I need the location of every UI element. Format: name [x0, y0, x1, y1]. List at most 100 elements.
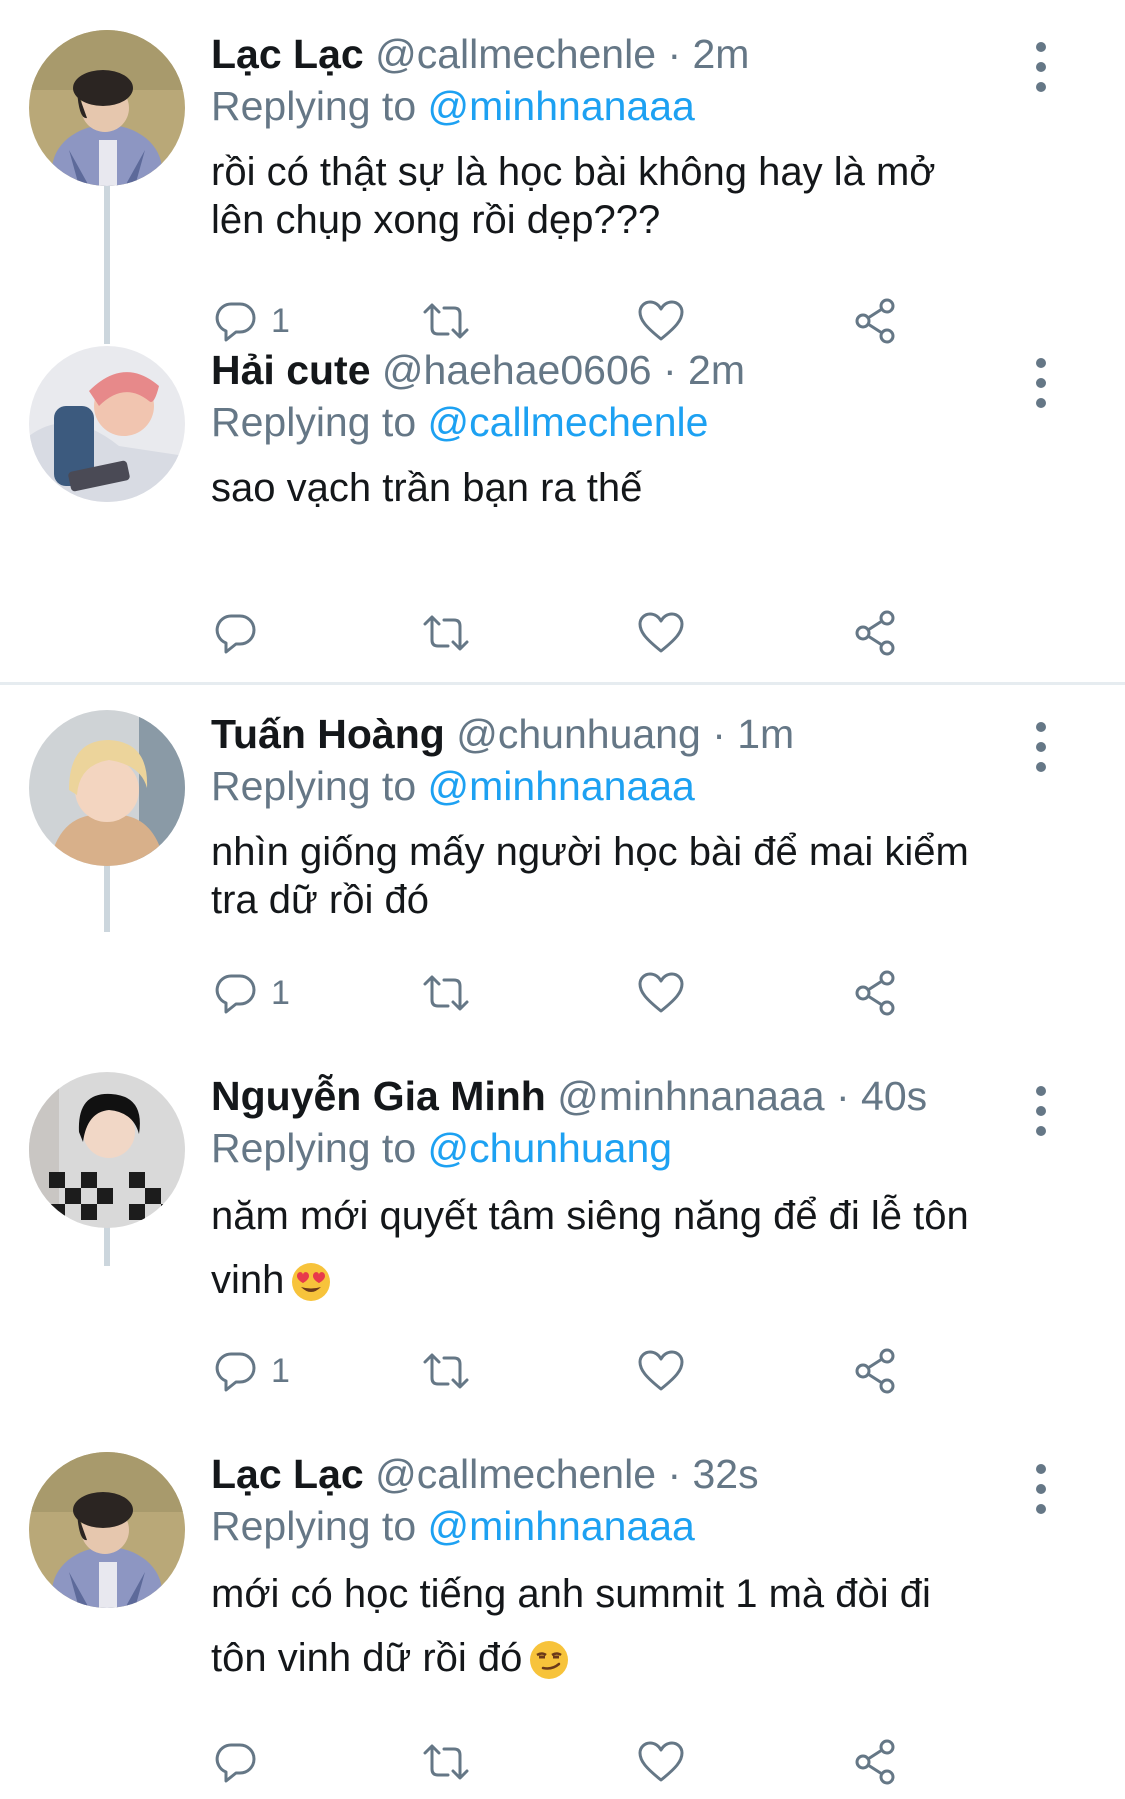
- action-bar: 1: [211, 1343, 911, 1399]
- tweet-text-line: sao vạch trần bạn ra thế: [211, 466, 643, 510]
- timestamp[interactable]: 1m: [737, 711, 794, 757]
- replying-to-label: Replying to: [211, 399, 417, 445]
- mention-link[interactable]: @chunhuang: [428, 1125, 673, 1171]
- avatar[interactable]: [29, 1072, 185, 1228]
- tweet-header: Lạc Lạc @callmechenle · 2m: [211, 28, 1125, 80]
- tweet-text-line: nhìn giống mấy người học bài để mai kiểm: [211, 830, 969, 874]
- retweet-button[interactable]: [421, 1343, 471, 1399]
- retweet-button[interactable]: [421, 965, 471, 1021]
- tweet[interactable]: Hải cute @haehae0606 · 2m Replying to @c…: [0, 340, 1125, 680]
- more-options-icon[interactable]: [1030, 1464, 1054, 1524]
- heart-eyes-emoji: [292, 1263, 331, 1302]
- avatar-image: [29, 346, 185, 502]
- replying-to-label: Replying to: [211, 1503, 417, 1549]
- more-options-icon[interactable]: [1030, 42, 1054, 102]
- retweet-icon: [423, 1744, 469, 1780]
- share-button[interactable]: [851, 605, 901, 661]
- display-name[interactable]: Lạc Lạc: [211, 1451, 364, 1497]
- avatar-image: [29, 1452, 185, 1608]
- avatar[interactable]: [29, 30, 185, 186]
- share-icon: [855, 970, 895, 1016]
- action-bar: [211, 1734, 911, 1790]
- share-button[interactable]: [851, 1734, 901, 1790]
- retweet-icon: [423, 975, 469, 1011]
- tweet-text-fragment: vinh: [211, 1258, 285, 1302]
- tweet-header: Tuấn Hoàng @chunhuang · 1m: [211, 708, 1125, 760]
- tweet-text: nhìn giống mấy người học bài để mai kiểm…: [211, 828, 1061, 924]
- tweet-text-line: lên chụp xong rồi dẹp???: [211, 198, 661, 242]
- reply-icon: [215, 302, 256, 342]
- mention-link[interactable]: @minhnanaaa: [428, 1503, 695, 1549]
- tweet-text-line: tra dữ rồi đó: [211, 878, 429, 922]
- timestamp[interactable]: 32s: [693, 1451, 759, 1497]
- like-icon: [638, 612, 684, 653]
- tweet-text-line: tôn vinh dữ rồi đó: [211, 1626, 1061, 1690]
- retweet-icon: [423, 303, 469, 339]
- smirk-emoji: [530, 1641, 569, 1680]
- user-handle[interactable]: @chunhuang: [456, 711, 701, 757]
- timestamp[interactable]: 2m: [688, 347, 745, 393]
- reply-button[interactable]: 1: [211, 965, 290, 1021]
- action-bar: [211, 605, 911, 661]
- reply-icon: [215, 614, 256, 654]
- more-options-icon[interactable]: [1030, 358, 1054, 418]
- tweet[interactable]: Tuấn Hoàng @chunhuang · 1m Replying to @…: [0, 688, 1125, 1028]
- separator-dot: ·: [835, 1073, 850, 1119]
- avatar-image: [29, 1072, 185, 1228]
- like-button[interactable]: [636, 1343, 686, 1399]
- tweet-text-fragment: tôn vinh dữ rồi đó: [211, 1636, 523, 1680]
- display-name[interactable]: Lạc Lạc: [211, 31, 364, 77]
- tweet[interactable]: Nguyễn Gia Minh @minhnanaaa · 40s Replyi…: [0, 1028, 1125, 1398]
- user-handle[interactable]: @callmechenle: [375, 1451, 656, 1497]
- timestamp[interactable]: 2m: [693, 31, 750, 77]
- tweet-text: rồi có thật sự là học bài không hay là m…: [211, 148, 1061, 244]
- replying-to: Replying to @minhnanaaa: [211, 1500, 1125, 1552]
- share-button[interactable]: [851, 1343, 901, 1399]
- user-handle[interactable]: @minhnanaaa: [557, 1073, 824, 1119]
- avatar[interactable]: [29, 710, 185, 866]
- tweet-text: năm mới quyết tâm siêng năng để đi lễ tô…: [211, 1184, 1061, 1312]
- retweet-button[interactable]: [421, 1734, 471, 1790]
- action-bar: 1: [211, 965, 911, 1021]
- tweet-text-line: rồi có thật sự là học bài không hay là m…: [211, 150, 936, 194]
- display-name[interactable]: Tuấn Hoàng: [211, 711, 445, 757]
- reply-count: 1: [271, 1351, 290, 1390]
- timestamp[interactable]: 40s: [861, 1073, 927, 1119]
- mention-link[interactable]: @minhnanaaa: [428, 83, 695, 129]
- share-icon: [855, 298, 895, 344]
- replying-to: Replying to @callmechenle: [211, 396, 1125, 448]
- replying-to: Replying to @minhnanaaa: [211, 760, 1125, 812]
- more-options-icon[interactable]: [1030, 722, 1054, 782]
- share-button[interactable]: [851, 965, 901, 1021]
- avatar[interactable]: [29, 346, 185, 502]
- replying-to-label: Replying to: [211, 1125, 417, 1171]
- user-handle[interactable]: @haehae0606: [382, 347, 652, 393]
- display-name[interactable]: Nguyễn Gia Minh: [211, 1073, 546, 1119]
- tweet-text: sao vạch trần bạn ra thế: [211, 464, 1061, 512]
- retweet-icon: [423, 1353, 469, 1389]
- mention-link[interactable]: @callmechenle: [428, 399, 709, 445]
- display-name[interactable]: Hải cute: [211, 347, 371, 393]
- tweet[interactable]: Lạc Lạc @callmechenle · 2m Replying to @…: [0, 0, 1125, 344]
- retweet-button[interactable]: [421, 605, 471, 661]
- reply-count: 1: [271, 973, 290, 1012]
- replying-to: Replying to @chunhuang: [211, 1122, 1125, 1174]
- more-options-icon[interactable]: [1030, 1086, 1054, 1146]
- mention-link[interactable]: @minhnanaaa: [428, 763, 695, 809]
- like-button[interactable]: [636, 965, 686, 1021]
- share-icon: [855, 1739, 895, 1785]
- thread-divider: [0, 682, 1125, 685]
- like-button[interactable]: [636, 605, 686, 661]
- replying-to: Replying to @minhnanaaa: [211, 80, 1125, 132]
- tweet-header: Hải cute @haehae0606 · 2m: [211, 344, 1125, 396]
- reply-button[interactable]: 1: [211, 1343, 290, 1399]
- like-button[interactable]: [636, 1734, 686, 1790]
- reply-button[interactable]: [211, 605, 271, 661]
- user-handle[interactable]: @callmechenle: [375, 31, 656, 77]
- avatar[interactable]: [29, 1452, 185, 1608]
- tweet-text-line: vinh: [211, 1248, 1061, 1312]
- tweet[interactable]: Lạc Lạc @callmechenle · 32s Replying to …: [0, 1398, 1125, 1799]
- tweet-header: Nguyễn Gia Minh @minhnanaaa · 40s: [211, 1070, 1125, 1122]
- reply-button[interactable]: [211, 1734, 271, 1790]
- avatar-image: [29, 710, 185, 866]
